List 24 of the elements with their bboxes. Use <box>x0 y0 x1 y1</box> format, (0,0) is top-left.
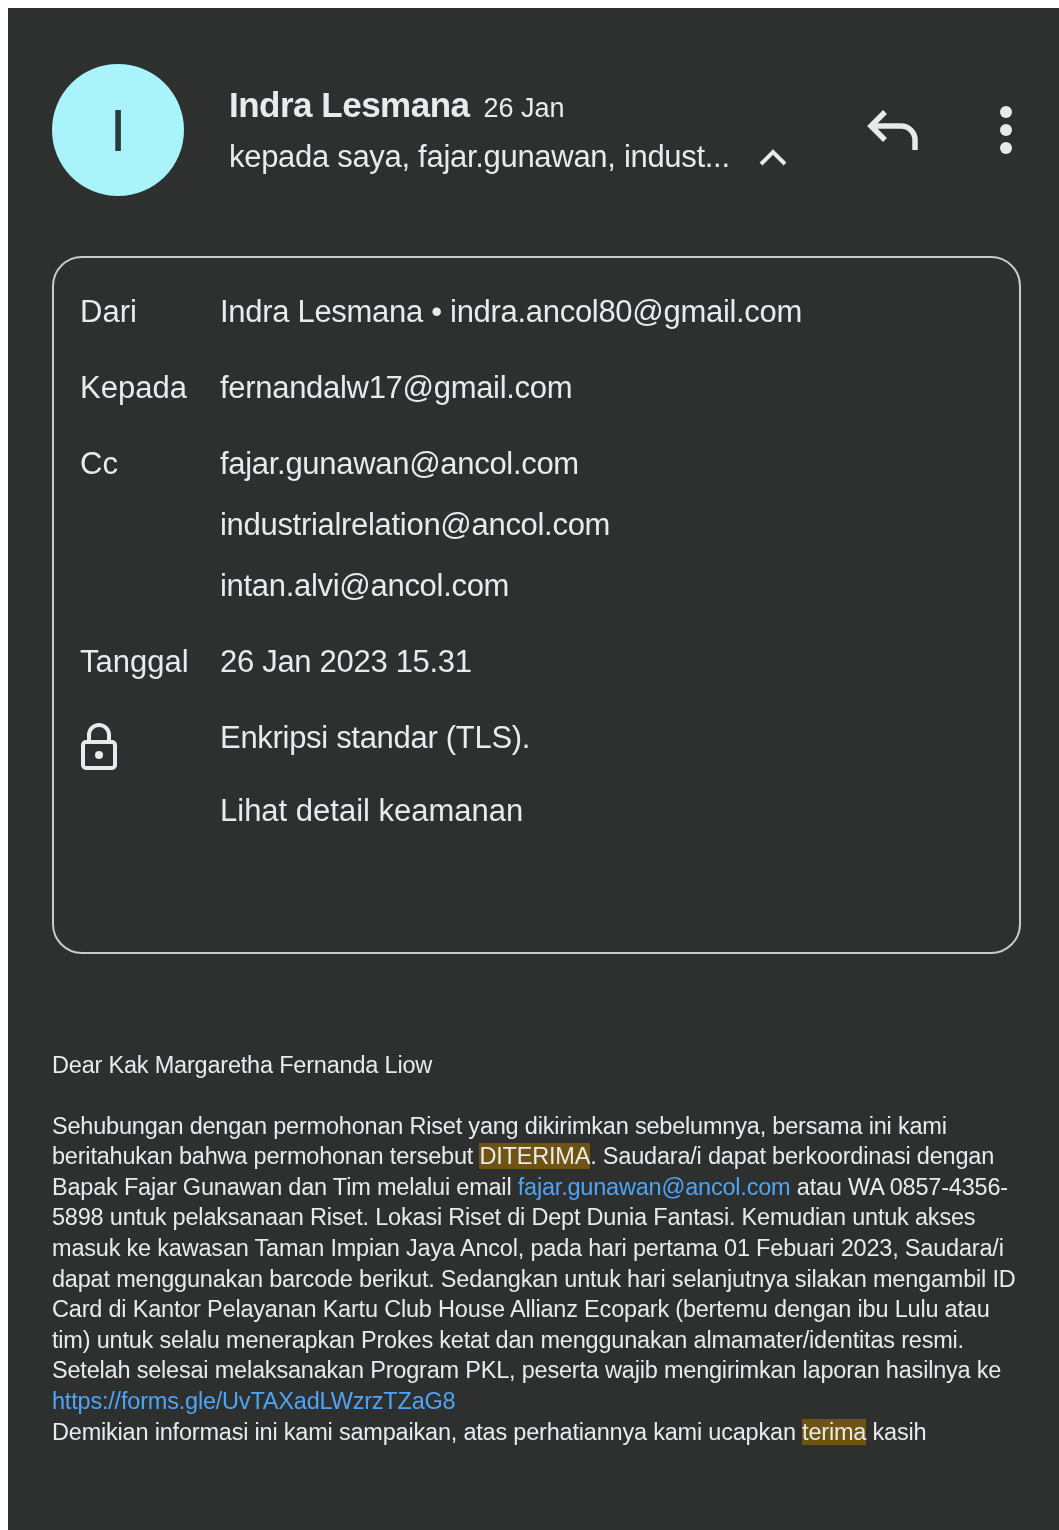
security-details-link[interactable]: Lihat detail keamanan <box>220 789 531 833</box>
field-value: 26 Jan 2023 15.31 <box>220 643 472 681</box>
body-paragraph: Demikian informasi ini kami sampaikan, atas perhatiannya kami ucapkan terima kasih <box>52 1417 928 1447</box>
email-date: 26 Jan <box>483 93 565 124</box>
reply-icon[interactable] <box>867 108 919 152</box>
more-options-icon[interactable] <box>999 105 1013 155</box>
recipients-summary: kepada saya, fajar.gunawan, indust... <box>229 139 730 175</box>
field-value: Indra Lesmana • indra.ancol80@gmail.com <box>220 293 803 331</box>
field-label: Tanggal <box>80 643 190 681</box>
field-label: Dari <box>80 293 138 331</box>
field-value: intan.alvi@ancol.com <box>220 567 511 605</box>
field-value: industrialrelation@ancol.com <box>220 506 611 544</box>
greeting: Dear Kak Margaretha Fernanda Liow <box>52 1051 434 1080</box>
encryption-text: Enkripsi standar (TLS). <box>220 719 531 757</box>
field-label: Cc <box>80 445 119 483</box>
avatar: I <box>52 64 184 196</box>
field-value: fernandalw17@gmail.com <box>220 369 573 407</box>
field-label: Kepada <box>80 369 188 407</box>
sender-name: Indra Lesmana <box>229 85 470 125</box>
field-value: fajar.gunawan@ancol.com <box>220 445 580 483</box>
body-paragraph: Sehubungan dengan permohonan Riset yang dikirimkan sebelumnya, bersama ini kami beritahukan bahwa permohonan tersebut DITERIMA. Saudara/i dapat berkoordinasi dengan Bapak Fajar Gunawan dan Tim melalui email fajar.gunawan@ancol.com atau WA 0857-4356-5898 untuk pelaksanaan Riset. Lokasi Riset di Dept Dunia Fantasi. Kemudian untuk akses masuk ke kawasan Taman Impian Jaya Ancol, pada hari pertama 01 Febuari 2023, Saudara/i dapat menggunakan barcode berikut. Sedangkan untuk hari selanjutnya silakan mengambil ID Card di Kantor Pelayanan Kartu Club House Allianz Ecopark (bertemu dengan ibu Lulu atau tim) untuk selalu menerapkan Prokes ketat dan menggunakan almamater/identitas resmi. Setelah selesai melaksanakan Program PKL, peserta wajib mengirimkan laporan hasilnya ke https://forms.gle/UvTAXadLWzrzTZaG8 <box>52 1111 1017 1416</box>
link[interactable]: fajar.gunawan@ancol.com <box>517 1173 791 1200</box>
lock-icon <box>80 722 118 770</box>
link[interactable]: https://forms.gle/UvTAXadLWzrzTZaG8 <box>52 1387 456 1414</box>
